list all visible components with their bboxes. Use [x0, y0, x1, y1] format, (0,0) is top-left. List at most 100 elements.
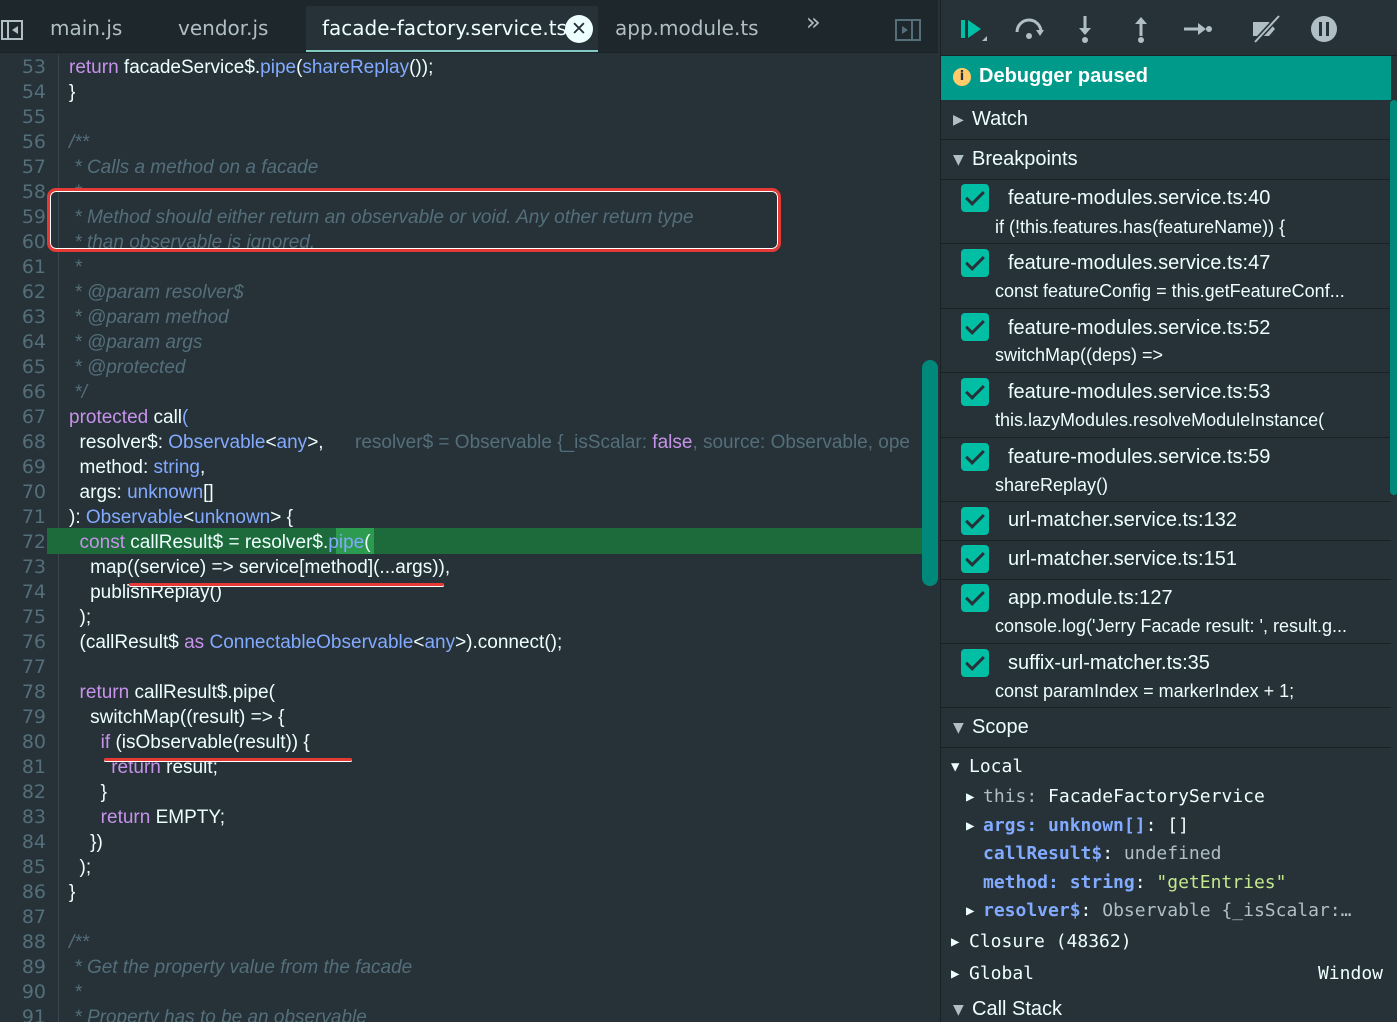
debugger-scrollbar[interactable]: [1390, 100, 1397, 495]
section-title: Watch: [972, 108, 1028, 130]
line-number[interactable]: 90: [0, 980, 46, 1005]
breakpoint-checkbox[interactable]: [961, 443, 989, 471]
line-number[interactable]: 88: [0, 930, 46, 955]
line-number[interactable]: 65: [0, 355, 46, 380]
deactivate-breakpoints-icon[interactable]: [1249, 12, 1283, 46]
breakpoint-item[interactable]: feature-modules.service.ts:59 shareRepla…: [941, 438, 1391, 502]
line-number[interactable]: 86: [0, 880, 46, 905]
line-number[interactable]: 66: [0, 380, 46, 405]
line-number[interactable]: 73: [0, 555, 46, 580]
breakpoint-checkbox[interactable]: [961, 184, 989, 212]
line-number[interactable]: 81: [0, 755, 46, 780]
line-number[interactable]: 78: [0, 680, 46, 705]
tab-facade-factory-service[interactable]: facade-factory.service.ts ✕: [306, 6, 598, 52]
line-number[interactable]: 56: [0, 130, 46, 155]
breakpoint-item[interactable]: suffix-url-matcher.ts:35 const paramInde…: [941, 644, 1391, 708]
line-number[interactable]: 89: [0, 955, 46, 980]
line-number[interactable]: 54: [0, 80, 46, 105]
line-number[interactable]: 57: [0, 155, 46, 180]
line-number[interactable]: 84: [0, 830, 46, 855]
breakpoint-location: feature-modules.service.ts:59: [1008, 446, 1271, 468]
line-number[interactable]: 69: [0, 455, 46, 480]
breakpoint-item[interactable]: feature-modules.service.ts:40 if (!this.…: [941, 180, 1391, 244]
tab-main-js[interactable]: main.js: [50, 6, 122, 52]
watch-section-header[interactable]: ▶ Watch: [941, 100, 1391, 140]
line-number[interactable]: 53: [0, 55, 46, 80]
line-number[interactable]: 64: [0, 330, 46, 355]
resume-icon[interactable]: [955, 12, 989, 46]
line-number[interactable]: 91: [0, 1005, 46, 1022]
variable-value: "getEntries": [1156, 872, 1287, 893]
toggle-navigator-icon[interactable]: [0, 18, 24, 42]
code-editor[interactable]: main.js vendor.js facade-factory.service…: [0, 0, 938, 1022]
close-tab-icon[interactable]: ✕: [565, 15, 593, 43]
scope-variable[interactable]: ▶ resolver$: Observable {_isScalar:…: [941, 897, 1391, 925]
breakpoint-location: url-matcher.service.ts:132: [1008, 509, 1237, 531]
breakpoint-item[interactable]: feature-modules.service.ts:52 switchMap(…: [941, 309, 1391, 373]
step-icon[interactable]: [1179, 12, 1213, 46]
line-number[interactable]: 75: [0, 605, 46, 630]
call-stack-section-header[interactable]: ▼ Call Stack: [941, 990, 1391, 1022]
line-number[interactable]: 74: [0, 580, 46, 605]
scope-variable[interactable]: ▶ args: unknown[]: []: [941, 812, 1391, 840]
line-number[interactable]: 72: [0, 530, 46, 555]
line-number[interactable]: 80: [0, 730, 46, 755]
tab-app-module[interactable]: app.module.ts: [615, 6, 759, 52]
line-number[interactable]: 71: [0, 505, 46, 530]
line-number[interactable]: 67: [0, 405, 46, 430]
code-area[interactable]: 53 54 55 56 57 58 59 60 61 62 63 64 65 6…: [0, 55, 938, 1022]
breakpoint-checkbox[interactable]: [961, 584, 989, 612]
breakpoint-checkbox[interactable]: [961, 649, 989, 677]
line-number[interactable]: 83: [0, 805, 46, 830]
scope-variable[interactable]: method: string: "getEntries": [941, 869, 1391, 897]
line-number[interactable]: 87: [0, 905, 46, 930]
scope-local-header[interactable]: ▼ Local: [941, 753, 1391, 781]
line-number[interactable]: 63: [0, 305, 46, 330]
line-number[interactable]: 59: [0, 205, 46, 230]
breakpoint-checkbox[interactable]: [961, 507, 989, 535]
line-number[interactable]: 85: [0, 855, 46, 880]
line-number[interactable]: 60: [0, 230, 46, 255]
breakpoint-location: suffix-url-matcher.ts:35: [1008, 652, 1210, 674]
breakpoint-item[interactable]: url-matcher.service.ts:132: [941, 502, 1391, 541]
breakpoints-section-header[interactable]: ▼ Breakpoints: [941, 140, 1391, 180]
toggle-debugger-icon[interactable]: [895, 18, 921, 42]
line-number[interactable]: 68: [0, 430, 46, 455]
more-tabs-icon[interactable]: »: [806, 8, 821, 36]
breakpoint-item[interactable]: app.module.ts:127 console.log('Jerry Fac…: [941, 580, 1391, 644]
step-into-icon[interactable]: [1068, 12, 1102, 46]
tab-vendor-js[interactable]: vendor.js: [178, 6, 268, 52]
line-number[interactable]: 70: [0, 480, 46, 505]
scope-closure-header[interactable]: ▶ Closure (48362): [941, 928, 1391, 956]
editor-scrollbar[interactable]: [922, 360, 938, 586]
scope-variable[interactable]: callResult$: undefined: [941, 840, 1391, 868]
breakpoint-item[interactable]: feature-modules.service.ts:53 this.lazyM…: [941, 373, 1391, 438]
line-number[interactable]: 82: [0, 780, 46, 805]
scope-variable[interactable]: ▶ this: FacadeFactoryService: [941, 783, 1391, 811]
line-number[interactable]: 76: [0, 630, 46, 655]
breakpoint-checkbox[interactable]: [961, 313, 989, 341]
breakpoint-checkbox[interactable]: [961, 545, 989, 573]
collapse-arrow-icon: ▼: [951, 759, 960, 775]
breakpoint-checkbox[interactable]: [961, 249, 989, 277]
line-number[interactable]: 77: [0, 655, 46, 680]
line-number[interactable]: 61: [0, 255, 46, 280]
code-comment: * Calls a method on a facade: [69, 157, 319, 178]
breakpoint-item[interactable]: url-matcher.service.ts:151: [941, 541, 1391, 580]
line-number[interactable]: 55: [0, 105, 46, 130]
scope-section-header[interactable]: ▼ Scope: [941, 708, 1391, 748]
breakpoint-checkbox[interactable]: [961, 378, 989, 406]
step-over-icon[interactable]: [1012, 12, 1046, 46]
scope-global-header[interactable]: ▶ Global Window: [941, 960, 1391, 988]
line-number[interactable]: 62: [0, 280, 46, 305]
code-comment: * @param resolver$: [69, 282, 244, 303]
variable-value: []: [1167, 815, 1189, 836]
step-out-icon[interactable]: [1124, 12, 1158, 46]
line-number[interactable]: 79: [0, 705, 46, 730]
code-line: return facadeService$.pipe(shareReplay()…: [69, 57, 434, 78]
line-number[interactable]: 58: [0, 180, 46, 205]
breakpoint-item[interactable]: feature-modules.service.ts:47 const feat…: [941, 244, 1391, 309]
scope-value: Window: [1317, 963, 1383, 984]
pause-on-exceptions-icon[interactable]: [1307, 12, 1341, 46]
variable-value: FacadeFactoryService: [1048, 786, 1265, 807]
